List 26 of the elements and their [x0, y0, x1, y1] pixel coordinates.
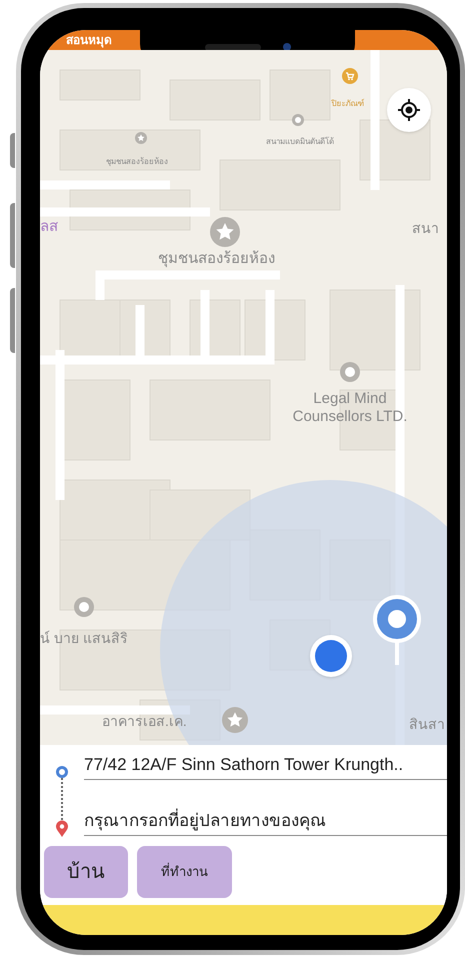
origin-address-field[interactable]: 77/42 12A/F Sinn Sathorn Tower Krungth..	[84, 750, 447, 780]
origin-marker-icon	[56, 766, 68, 778]
header-title: สอนหมุด	[65, 32, 112, 50]
crosshair-icon	[397, 98, 421, 122]
ring-poi-icon	[292, 114, 304, 126]
star-poi-icon	[135, 132, 147, 144]
destination-address-field[interactable]: กรุณากรอกที่อยู่ปลายทางของคุณ	[84, 806, 447, 836]
map-label: น์ บาย แสนสิริ	[40, 629, 128, 648]
shortcut-button[interactable]: ที่ทำงาน	[137, 846, 232, 898]
star-poi-icon	[222, 707, 248, 733]
shortcut-button[interactable]: บ้าน	[44, 846, 128, 898]
map-label: สนามแบดมินตันดีโด้	[265, 136, 335, 148]
map-label: Legal Mind Counsellors LTD.	[292, 390, 408, 426]
map-label: สนา	[412, 219, 439, 238]
map-label: อาคารเอส.เค.	[102, 712, 187, 731]
map-label: สินสา	[409, 715, 445, 734]
ring-poi-icon	[74, 597, 94, 617]
speaker-grille	[204, 44, 260, 50]
map-label: ชุมชนสองร้อยห้อง	[105, 156, 169, 168]
map-pin-icon	[372, 594, 422, 668]
map-label: ชุมชนสองร้อยห้อง	[158, 249, 275, 270]
destination-pin-icon	[55, 820, 69, 838]
map-label: ปิยะภัณฑ์	[330, 98, 366, 110]
star-poi-icon	[210, 217, 240, 247]
map-label: ลส	[40, 217, 58, 237]
ring-poi-icon	[340, 362, 360, 382]
